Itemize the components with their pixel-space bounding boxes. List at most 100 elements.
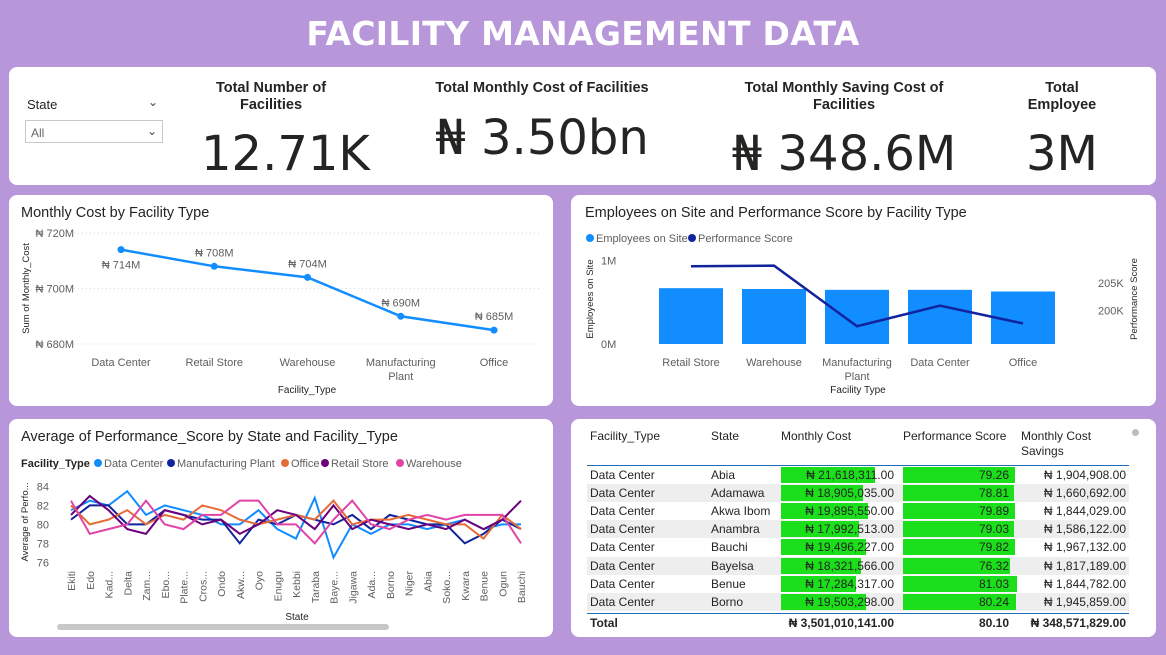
y2-tick-label: 200K xyxy=(1098,306,1124,318)
cell-monthly-cost-savings: ₦ 1,586,122.00 xyxy=(1043,522,1126,537)
cell-facility-type: Data Center xyxy=(590,594,655,609)
x-axis-title: Facility_Type xyxy=(278,385,337,396)
data-point xyxy=(397,312,405,320)
x-tick-label: Manufacturing xyxy=(366,357,436,369)
data-label: ₦ 708M xyxy=(195,247,234,259)
column-header-monthly-cost[interactable]: Monthly Cost xyxy=(781,429,851,444)
y2-axis-title: Performance Score xyxy=(1129,258,1140,340)
cell-performance-score: 79.03 xyxy=(978,522,1009,537)
series-line-retail-store xyxy=(70,494,522,536)
facility-table-panel: Facility_Type State Monthly Cost Perform… xyxy=(571,419,1156,637)
table-row[interactable]: Data Center Bayelsa ₦ 18,321,566.00 76.32 ₦ … xyxy=(587,556,1129,575)
avg-performance-chart-panel: Average of Performance_Score by State an… xyxy=(9,419,553,637)
y-tick-label: ₦ 700M xyxy=(35,284,74,296)
x-tick-label: Plant xyxy=(388,371,413,383)
monthly-cost-chart-panel: Monthly Cost by Facility Type ₦ 720M ₦ 70… xyxy=(9,195,553,406)
y-tick-label: 1M xyxy=(601,256,616,268)
chevron-down-icon[interactable]: ⌄ xyxy=(148,95,158,109)
cell-monthly-cost: ₦ 18,905,035.00 xyxy=(805,486,894,501)
legend-label: Employees on Site xyxy=(596,233,688,245)
legend-marker xyxy=(396,459,404,467)
x-tick-label: Abia xyxy=(422,571,434,592)
x-tick-label: Kwara xyxy=(460,571,472,601)
cell-state: Bauchi xyxy=(711,540,748,555)
cell-performance-score: 76.32 xyxy=(978,558,1009,573)
kpi-label: Total Number of Facilities xyxy=(215,80,327,113)
bar-employees-on-site xyxy=(825,289,889,344)
cell-monthly-cost-savings: ₦ 1,967,132.00 xyxy=(1043,540,1126,555)
kpi-total-employee: Total Employee 3M xyxy=(1017,80,1107,179)
kpi-total-facilities: Total Number of Facilities 12.71K xyxy=(201,80,370,182)
cell-monthly-cost: ₦ 19,503,298.00 xyxy=(805,594,894,609)
column-header-performance-score[interactable]: Performance Score xyxy=(903,429,1006,444)
y-axis-title: Sum of Monthly_Cost xyxy=(21,243,32,334)
column-header-facility-type[interactable]: Facility_Type xyxy=(590,429,660,444)
column-header-state[interactable]: State xyxy=(711,429,739,444)
data-label: ₦ 690M xyxy=(381,297,420,309)
kpi-value: 3M xyxy=(1026,126,1098,182)
y-axis-title: Average of Perfo... xyxy=(20,482,31,561)
y-tick-label: 78 xyxy=(37,538,49,550)
legend-marker xyxy=(688,234,696,242)
avg-performance-line-chart[interactable]: Facility_Type Data Center Manufacturing Pl… xyxy=(9,419,553,637)
cell-facility-type: Data Center xyxy=(590,486,655,501)
x-tick-label: Retail Store xyxy=(186,357,243,369)
table-row[interactable]: Data Center Anambra ₦ 17,992,513.00 79.03 ₦ … xyxy=(587,520,1129,539)
x-axis-title: State xyxy=(285,612,309,623)
cell-performance-score: 81.03 xyxy=(978,576,1009,591)
bar-employees-on-site xyxy=(908,289,972,344)
table-row[interactable]: Data Center Adamawa ₦ 18,905,035.00 78.81 ₦ … xyxy=(587,484,1129,503)
page-title: FACILITY MANAGEMENT DATA xyxy=(306,14,860,53)
cell-state: Anambra xyxy=(711,522,760,537)
column-header-monthly-cost-savings[interactable]: Monthly Cost Savings xyxy=(1021,429,1121,459)
x-tick-label: Warehouse xyxy=(280,357,336,369)
kpi-value: 12.71K xyxy=(201,126,370,182)
cell-monthly-cost-savings: ₦ 1,904,908.00 xyxy=(1043,468,1126,482)
cell-monthly-cost: ₦ 19,895,550.00 xyxy=(805,504,894,519)
cell-monthly-cost-savings: ₦ 1,817,189.00 xyxy=(1043,558,1126,573)
x-tick-label: Taraba xyxy=(310,571,322,603)
cell-facility-type: Data Center xyxy=(590,558,655,573)
table-row[interactable]: Data Center Benue ₦ 17,284,317.00 81.03 ₦ 1,… xyxy=(587,574,1129,593)
table-row[interactable]: Data Center Abia ₦ 21,618,311.00 79.26 ₦ 1,9… xyxy=(587,466,1129,484)
data-point xyxy=(117,246,125,254)
x-tick-label: Niger xyxy=(404,570,416,596)
x-tick-label: Ada... xyxy=(366,571,378,598)
scroll-indicator-icon[interactable] xyxy=(1132,429,1139,436)
x-tick-label: Plate... xyxy=(179,571,191,604)
state-slicer-label: State xyxy=(27,97,58,112)
cell-monthly-cost: ₦ 18,321,566.00 xyxy=(805,558,894,573)
cell-monthly-cost: ₦ 21,618,311.00 xyxy=(806,468,894,482)
cell-monthly-cost: ₦ 17,992,513.00 xyxy=(805,522,894,537)
monthly-cost-line-chart[interactable]: ₦ 720M ₦ 700M ₦ 680MSum of Monthly_Cost Fac… xyxy=(9,195,553,406)
cell-state: Borno xyxy=(711,594,744,609)
x-tick-label: Kad... xyxy=(104,571,116,598)
legend-marker xyxy=(167,459,175,467)
legend-label: Office xyxy=(291,458,320,470)
x-tick-label: Enugu xyxy=(272,571,284,602)
legend-marker xyxy=(321,459,329,467)
cell-performance-score: 79.82 xyxy=(978,540,1009,555)
total-monthly-cost: ₦ 3,501,010,141.00 xyxy=(788,616,894,630)
kpi-label: Total Employee xyxy=(1027,80,1097,113)
employees-performance-combo-chart[interactable]: Employees on Site Performance Score 1M 0M 20… xyxy=(571,195,1156,406)
kpi-value: ₦ 348.6M xyxy=(731,126,957,182)
state-slicer-dropdown[interactable]: All ⌄ xyxy=(25,120,163,143)
x-tick-label: Borno xyxy=(385,571,397,599)
x-tick-label: Benue xyxy=(479,571,491,602)
cell-monthly-cost: ₦ 17,284,317.00 xyxy=(805,576,894,591)
table-row[interactable]: Data Center Bauchi ₦ 19,496,227.00 79.82 ₦ 1… xyxy=(587,538,1129,557)
table-row[interactable]: Data Center Borno ₦ 19,503,298.00 80.24 ₦ 1,… xyxy=(587,592,1129,611)
cell-state: Akwa Ibom xyxy=(711,504,771,519)
y-tick-label: ₦ 720M xyxy=(35,228,74,240)
cell-state: Benue xyxy=(711,576,746,591)
legend-marker xyxy=(94,459,102,467)
horizontal-scrollbar[interactable] xyxy=(57,624,389,630)
cell-state: Adamawa xyxy=(711,486,765,501)
x-tick-label: Akw... xyxy=(235,571,247,599)
x-tick-label: Office xyxy=(1009,357,1038,369)
table-row[interactable]: Data Center Akwa Ibom ₦ 19,895,550.00 79.89… xyxy=(587,502,1129,521)
data-label: ₦ 714M xyxy=(102,260,141,272)
total-savings: ₦ 348,571,829.00 xyxy=(1030,616,1126,630)
x-tick-label: Soko... xyxy=(441,571,453,604)
